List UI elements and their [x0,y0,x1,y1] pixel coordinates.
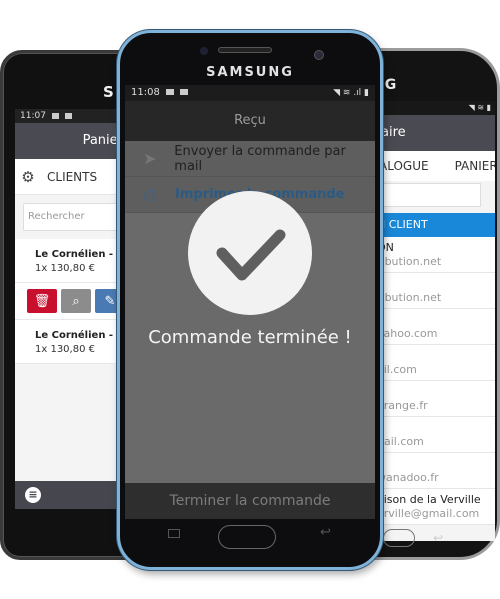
delete-button[interactable]: 🗑 [27,289,57,313]
home-button[interactable] [218,525,276,549]
screen-title: aire [381,125,406,140]
success-panel: Commande terminée ! [125,177,375,427]
back-icon[interactable]: ↩ [433,531,443,545]
tab-bar: ALOGUE PANIER [373,151,495,181]
client-row[interactable]: ail.com [373,345,495,381]
menu-icon[interactable]: ≡ [25,487,41,503]
signal-icons: ◥ ≋ .ıl ▮ [333,88,369,98]
client-email: orange.fr [377,399,428,412]
speaker-grille [218,47,272,53]
gear-icon[interactable]: ⚙ [15,168,41,186]
client-email: yahoo.com [377,327,438,340]
finish-order-button[interactable]: Terminer la commande [125,483,375,519]
client-email: wanadoo.fr [377,471,439,484]
image-notification-icon [166,89,175,95]
recent-apps-icon[interactable] [168,529,180,538]
nav-bar: ↩ [120,521,380,561]
checkmark-icon [216,229,286,281]
tab-cart[interactable]: PANIER [455,159,495,173]
app-bar: Reçu [125,101,375,141]
brand-logo: SAMSUNG [206,65,294,80]
screen-title: Reçu [234,113,266,128]
status-bar: 11:08 ◥ ≋ .ıl ▮ [125,85,375,101]
search-input[interactable] [377,183,481,207]
client-row[interactable]: aison de la Verville erville@gmail.com [373,489,495,525]
image-notification-icon [51,112,59,119]
success-message: Commande terminée ! [148,327,352,348]
client-row[interactable]: yahoo.com [373,309,495,345]
client-row[interactable]: nail.com [373,417,495,453]
mail-notification-icon [64,112,72,119]
receipt-screen: 11:08 ◥ ≋ .ıl ▮ Reçu ➤ Envoyer la comman… [125,85,375,519]
client-email: ribution.net [377,291,442,304]
samsung-s7-phone: SAMSUNG 11:08 ◥ ≋ .ıl ▮ Reçu ➤ Envoyer l… [117,30,383,570]
status-bar: ◥ ≋ ▮ [373,101,495,115]
new-client-button[interactable]: N CLIENT [373,213,495,237]
status-time: 11:07 [20,111,46,121]
sensor-icon [200,47,208,55]
client-row[interactable]: ribution.net [373,273,495,309]
trash-icon: 🗑 [33,293,51,309]
camera-icon [314,50,324,60]
clients-screen: ◥ ≋ ▮ aire ALOGUE PANIER N CLIENT ON ribu… [373,101,495,541]
status-time: 11:08 [131,87,160,98]
client-row[interactable]: orange.fr [373,381,495,417]
back-icon[interactable]: ↩ [320,525,331,540]
client-row[interactable]: wanadoo.fr [373,453,495,489]
tab-catalogue[interactable]: ALOGUE [379,159,429,173]
app-bar: aire [373,115,495,151]
client-email: nail.com [377,435,424,448]
client-email: ribution.net [377,255,442,268]
signal-icons: ◥ ≋ ▮ [468,103,491,112]
success-circle [188,191,312,315]
pencil-icon: ✎ [104,293,116,309]
tab-clients[interactable]: CLIENTS [47,170,97,184]
home-button[interactable] [383,529,415,547]
client-name: aison de la Verville [377,493,481,506]
view-button[interactable]: ⌕ [61,289,91,313]
mail-notification-icon [180,89,189,95]
client-email: erville@gmail.com [377,507,480,520]
client-row[interactable]: ON ribution.net [373,237,495,273]
paper-plane-icon: ➤ [142,149,157,168]
send-mail-option[interactable]: ➤ Envoyer la commande par mail [125,141,375,177]
option-label: Envoyer la commande par mail [174,143,346,174]
magnifier-icon: ⌕ [72,293,80,309]
